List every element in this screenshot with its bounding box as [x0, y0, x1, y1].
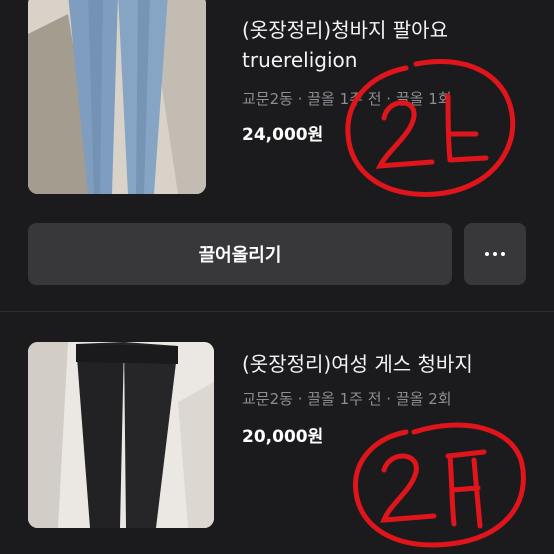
listing-meta: 교문2동 · 끌올 1주 전 · 끌올 2회: [242, 390, 452, 408]
bump-button[interactable]: 끌어올리기: [28, 223, 452, 285]
listing-title[interactable]: (옷장정리)청바지 팔아요: [242, 14, 448, 43]
listing-thumbnail[interactable]: [28, 342, 214, 528]
more-horizontal-icon: [483, 252, 507, 256]
divider: [0, 311, 554, 312]
jeans-photo: [28, 0, 206, 194]
listing-price: 24,000원: [242, 125, 324, 145]
listing-title[interactable]: (옷장정리)여성 게스 청바지: [242, 348, 473, 377]
more-options-button[interactable]: [464, 223, 526, 285]
listing-price: 20,000원: [242, 427, 324, 447]
bump-button-label: 끌어올리기: [198, 245, 282, 266]
listing-thumbnail[interactable]: [28, 0, 206, 194]
handwritten-annotation: [353, 422, 526, 548]
black-jeans-photo: [28, 342, 214, 528]
handwritten-annotation: [345, 58, 516, 197]
